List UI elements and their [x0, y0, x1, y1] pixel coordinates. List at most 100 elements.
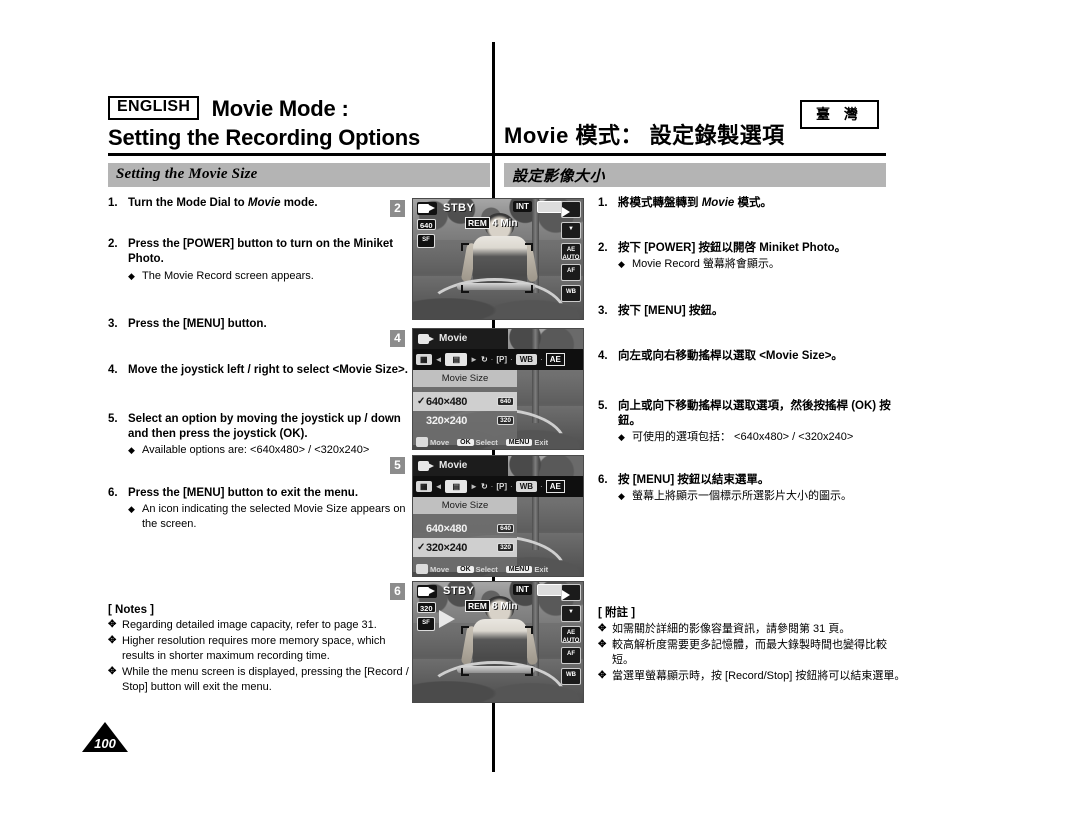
menu-header: Movie — [413, 329, 508, 349]
step-sub-text: 螢幕上將顯示一個標示所選影片大小的圖示。 — [632, 489, 852, 502]
note-item: ✥ 較高解析度需要更多記憶體，而最大錄製時間也變得比較短。 — [598, 638, 908, 669]
option-resolution-icon: 320 — [497, 543, 514, 552]
chevron-right-icon[interactable]: ► — [470, 355, 478, 364]
joystick-icon — [416, 437, 428, 447]
menu-header: Movie — [413, 456, 508, 476]
movie-mode-icon — [417, 585, 437, 598]
focus-brackets — [413, 582, 583, 702]
step-number: 4. — [598, 350, 608, 363]
clover-bullet-icon: ✥ — [598, 623, 607, 634]
menu-tab-quality-icon[interactable]: [P] — [496, 355, 507, 364]
diamond-bullet-icon: ◆ — [128, 270, 135, 281]
step-item: 5. Select an option by moving the joystic… — [108, 412, 408, 458]
region-badge: 臺 灣 — [800, 100, 879, 129]
step-badge-6: 6 — [390, 583, 405, 600]
note-item: ✥ While the menu screen is displayed, pre… — [108, 665, 418, 696]
step-item: 5. 向上或向下移動搖桿以選取選項，然後按搖桿 (OK) 按鈕。 ◆ 可使用的選項包括… — [598, 399, 898, 445]
step-text: 按 [MENU] 按鈕以結束選單。 — [618, 473, 770, 486]
step-body: 向左或向右移動搖桿以選取 <Movie Size>。 — [618, 349, 898, 364]
language-badge: ENGLISH — [108, 96, 200, 120]
note-text: 如需關於詳細的影像容量資訊，請參閱第 31 頁。 — [612, 623, 851, 635]
page-title-line1: Movie Mode : — [211, 96, 349, 121]
dot-separator-3: · — [540, 355, 543, 364]
menu-title-label: Movie — [439, 460, 468, 471]
menu-tab-timer-icon[interactable]: ↻ — [481, 355, 488, 364]
menu-tab-quality-icon[interactable]: [P] — [496, 482, 507, 491]
menu-icon-bar: ▦ ◄ ▤ ► ↻ · [P] · WB · AE — [413, 476, 583, 497]
menu-tab-record-icon[interactable]: ▦ — [416, 481, 432, 492]
option-resolution-icon: 320 — [497, 416, 514, 425]
tree-trunk — [532, 456, 539, 550]
select-label: Select — [475, 437, 498, 447]
step-text: 向上或向下移動搖桿以選取選項，然後按搖桿 (OK) 按鈕。 — [618, 399, 891, 427]
step-text: Press the [POWER] button to turn on the … — [128, 238, 394, 266]
step-sub-text: An icon indicating the selected Movie Si… — [142, 503, 406, 530]
menu-option-640x480[interactable]: 640×480 640 — [413, 519, 517, 538]
step-text: 按下 [POWER] 按鈕以開啓 Miniket Photo。 — [618, 242, 847, 255]
menu-option-320x240[interactable]: 320×240 320 — [413, 411, 517, 430]
exit-label: Exit — [534, 437, 549, 447]
lcd-screen-record-2: STBY 320 SF REM 8 Min INT ▼ AE AUTO AF WB — [412, 581, 584, 703]
diamond-bullet-icon: ◆ — [618, 259, 625, 270]
menu-tab-movie-size-icon[interactable]: ▤ — [445, 480, 468, 493]
chevron-left-icon[interactable]: ◄ — [435, 355, 443, 364]
menu-tab-movie-size-icon[interactable]: ▤ — [445, 353, 468, 366]
check-icon: ✓ — [417, 542, 426, 553]
clover-bullet-icon: ✥ — [108, 619, 117, 630]
note-text: Regarding detailed image capacity, refer… — [122, 619, 377, 631]
diamond-bullet-icon: ◆ — [618, 490, 625, 501]
clover-bullet-icon: ✥ — [108, 634, 117, 646]
note-item: ✥ 如需關於詳細的影像容量資訊，請參閱第 31 頁。 — [598, 622, 908, 638]
menu-tab-timer-icon[interactable]: ↻ — [481, 482, 488, 491]
step-sub-item: ◆ 可使用的選項包括： <640x480> / <320x240> — [618, 430, 898, 445]
menu-title-label: Movie — [439, 333, 468, 344]
step-text: Press the [MENU] button to exit the menu… — [128, 486, 359, 499]
page-title-line2: Setting the Recording Options — [108, 125, 420, 150]
memory-label: INT — [513, 201, 532, 212]
step-body: 向上或向下移動搖桿以選取選項，然後按搖桿 (OK) 按鈕。 ◆ 可使用的選項包括： … — [618, 399, 898, 445]
step-text: 將模式轉盤轉到 Movie 模式。 — [618, 197, 772, 209]
rem-tag: REM — [465, 600, 490, 612]
clover-bullet-icon: ✥ — [598, 669, 607, 681]
ok-key-icon: OK — [457, 565, 474, 573]
menu-tab-wb-icon[interactable]: WB — [515, 354, 538, 365]
step-sub-item: ◆ Movie Record 螢幕將會顯示。 — [618, 257, 898, 272]
white-balance-icon: WB — [561, 668, 581, 685]
option-resolution-icon: 640 — [497, 524, 514, 533]
menu-option-label: 640×480 — [426, 522, 468, 535]
menu-option-label: 320×240 — [426, 541, 468, 554]
chevron-right-icon[interactable]: ► — [470, 482, 478, 491]
menu-option-640x480[interactable]: ✓ 640×480 640 — [413, 392, 517, 411]
dot-separator-3: · — [540, 482, 543, 491]
right-icon-column: ▼ AE AUTO AF WB — [561, 584, 581, 689]
step-sub-text: Available options are: <640x480> / <320x… — [142, 444, 370, 457]
step-item: 4. 向左或向右移動搖桿以選取 <Movie Size>。 — [598, 349, 898, 364]
notes-title-english: [ Notes ] — [108, 604, 154, 616]
menu-option-320x240[interactable]: ✓ 320×240 320 — [413, 538, 517, 557]
ae-icon: AE AUTO — [561, 243, 581, 261]
lcd-screen-menu-320: Movie ▦ ◄ ▤ ► ↻ · [P] · WB · AE Movie Si… — [412, 455, 584, 577]
menu-tab-ae-icon[interactable]: AE — [545, 353, 565, 366]
note-item: ✥ Higher resolution requires more memory … — [108, 634, 418, 665]
section-title-chinese: 設定影像大小 — [512, 168, 606, 185]
step-sub-item: ◆ Available options are: <640x480> / <320… — [128, 443, 408, 458]
note-text: 較高解析度需要更多記憶體，而最大錄製時間也變得比較短。 — [612, 638, 887, 667]
option-resolution-icon: 640 — [497, 397, 514, 406]
notes-title-chinese: [ 附註 ] — [598, 607, 636, 619]
step-item: 1. Turn the Mode Dial to Movie mode. — [108, 196, 408, 211]
menu-tab-wb-icon[interactable]: WB — [515, 481, 538, 492]
mic-icon: ▼ — [561, 222, 581, 239]
note-text: While the menu screen is displayed, pres… — [122, 665, 409, 694]
step-number: 5. — [598, 399, 608, 412]
step-text: Turn the Mode Dial to Movie mode. — [128, 197, 318, 209]
step-number: 2. — [108, 238, 118, 251]
menu-tab-record-icon[interactable]: ▦ — [416, 354, 432, 365]
chevron-left-icon[interactable]: ◄ — [435, 482, 443, 491]
steps-chinese: 1. 將模式轉盤轉到 Movie 模式。 2. 按下 [POWER] 按鈕以開啓 Mi… — [598, 196, 898, 504]
step-badge-2: 2 — [390, 200, 405, 217]
menu-tab-ae-icon[interactable]: AE — [545, 480, 565, 493]
mic-icon: ▼ — [561, 605, 581, 622]
diamond-bullet-icon: ◆ — [618, 431, 625, 442]
dot-separator-1: · — [490, 355, 494, 364]
battery-icon — [537, 201, 563, 213]
